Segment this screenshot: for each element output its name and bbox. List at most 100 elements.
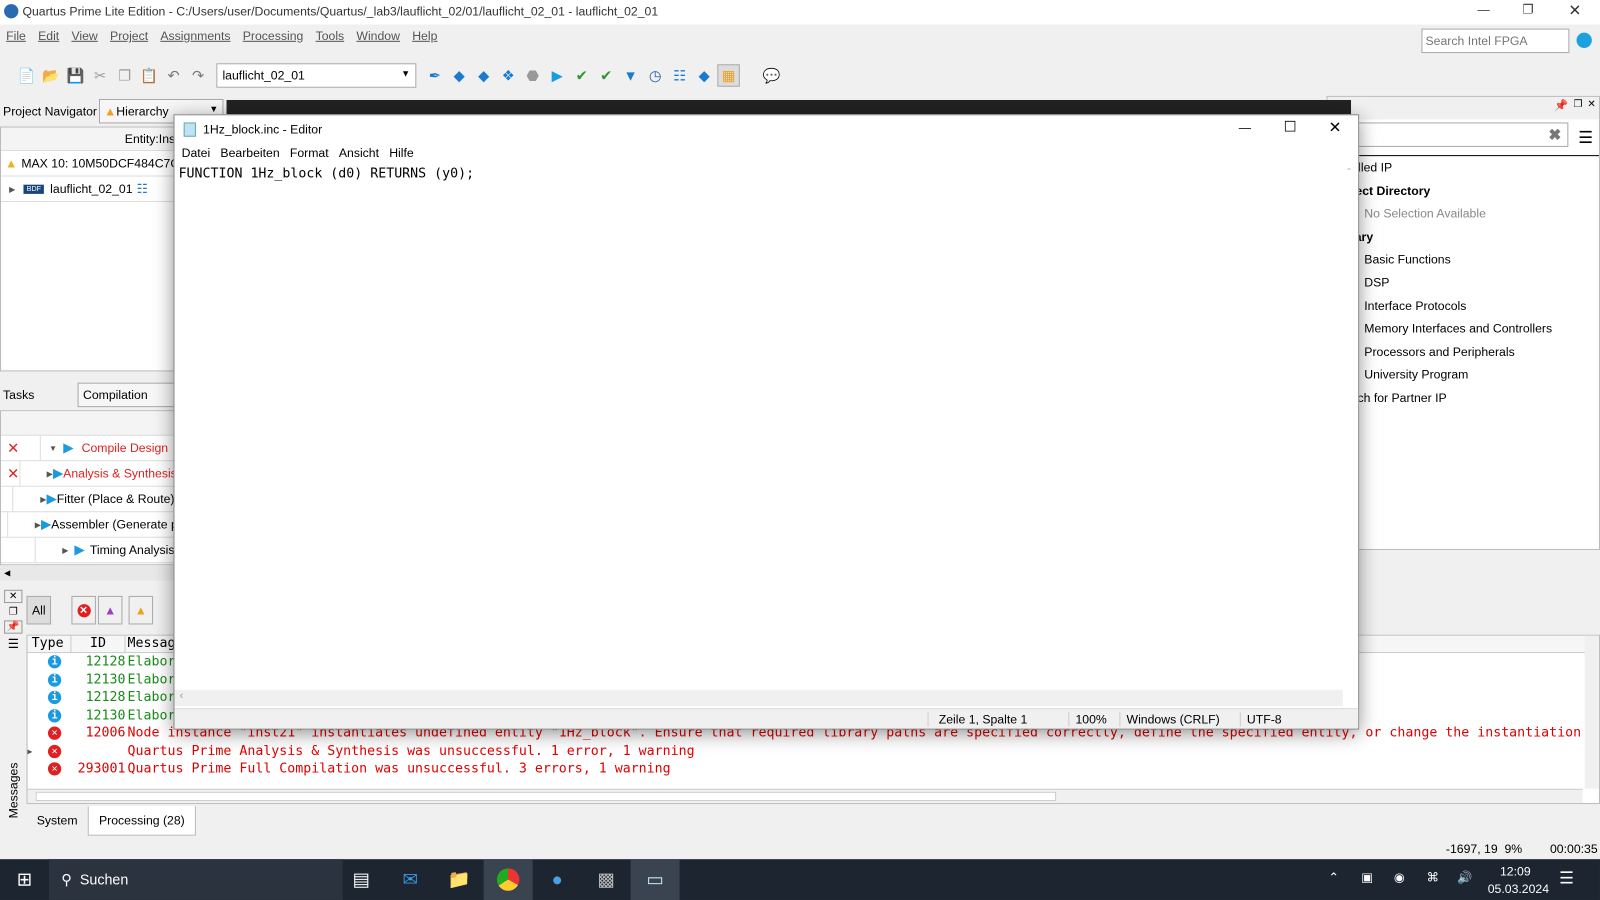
messages-vertical-scrollbar[interactable] bbox=[1584, 635, 1599, 789]
close-button[interactable]: ✕ bbox=[1568, 1, 1581, 19]
clock-time[interactable]: 12:09 bbox=[1500, 864, 1531, 878]
expand-arrow-icon[interactable]: ▶ bbox=[28, 747, 38, 756]
copy-icon[interactable]: ❐ bbox=[113, 64, 135, 86]
task-view-icon[interactable]: ▤ bbox=[337, 859, 386, 900]
project-select[interactable]: lauflicht_02_01 ▼ bbox=[216, 63, 417, 88]
taskbar-search[interactable]: ⚲ Suchen bbox=[48, 859, 343, 900]
column-id[interactable]: ID bbox=[71, 635, 126, 653]
ip-catalog-item[interactable]: Installed IP bbox=[1332, 160, 1599, 183]
ip-catalog-item[interactable]: Interface Protocols bbox=[1332, 299, 1599, 322]
minimize-button[interactable]: — bbox=[1478, 2, 1490, 16]
expand-arrow-icon[interactable]: ▶ bbox=[62, 545, 74, 554]
menu-project[interactable]: Project bbox=[104, 27, 154, 47]
flow-select[interactable]: Compilation bbox=[77, 382, 176, 408]
filter-critical-warning-button[interactable]: ▲ bbox=[97, 595, 123, 625]
float-icon[interactable]: ❐ bbox=[1573, 99, 1582, 110]
message-row[interactable]: ▶ ✕ Quartus Prime Analysis & Synthesis w… bbox=[28, 742, 1599, 760]
paste-icon[interactable]: 📋 bbox=[138, 64, 160, 86]
save-icon[interactable]: 💾 bbox=[64, 64, 86, 86]
fitter-icon[interactable]: ✔ bbox=[570, 64, 592, 86]
filter-warning-button[interactable]: ▲ bbox=[128, 595, 154, 625]
open-folder-icon[interactable]: 📂 bbox=[40, 64, 62, 86]
entity-column-header[interactable]: Entity:Instance bbox=[125, 132, 175, 146]
new-file-icon[interactable]: 📄 bbox=[15, 64, 37, 86]
editor-close-button[interactable]: ✕ bbox=[1329, 118, 1342, 136]
expand-arrow-icon[interactable]: ▶ bbox=[1, 184, 24, 193]
start-button[interactable]: ⊞ bbox=[0, 859, 49, 900]
feedback-icon[interactable]: 💬 bbox=[760, 64, 782, 86]
messages-horizontal-scrollbar[interactable] bbox=[27, 788, 1583, 804]
ip-catalog-item[interactable]: No Selection Available bbox=[1332, 206, 1599, 229]
editor-menu-format[interactable]: Format bbox=[285, 144, 334, 164]
netlist-viewer-icon[interactable]: ☷ bbox=[668, 64, 690, 86]
task-row[interactable]: ▶ ▶ Assembler (Generate programming file… bbox=[1, 512, 174, 538]
stop-icon[interactable]: ⬣ bbox=[521, 64, 543, 86]
close-panel-icon[interactable]: ✕ bbox=[1587, 99, 1596, 110]
file-explorer-icon[interactable]: 📁 bbox=[435, 859, 484, 900]
cut-icon[interactable]: ✂ bbox=[89, 64, 111, 86]
task-row[interactable]: ▶ ▶ Fitter (Place & Route) bbox=[1, 486, 174, 513]
wifi-icon[interactable]: ⌘ bbox=[1427, 870, 1439, 884]
restore-button[interactable]: ❐ bbox=[1522, 2, 1533, 16]
pin-planner-icon[interactable]: ✒ bbox=[423, 64, 445, 86]
programmer-taskbar-icon[interactable]: ▩ bbox=[582, 859, 631, 900]
editor-menu-hilfe[interactable]: Hilfe bbox=[384, 144, 419, 164]
ip-catalog-item[interactable]: University Program bbox=[1332, 368, 1599, 391]
menu-icon[interactable]: ☰ bbox=[4, 637, 22, 651]
filter-error-button[interactable]: ✕ bbox=[71, 595, 96, 625]
notifications-icon[interactable]: ☰ bbox=[1559, 868, 1574, 888]
quartus-taskbar-icon[interactable]: ● bbox=[533, 859, 582, 900]
undo-icon[interactable]: ↶ bbox=[162, 64, 184, 86]
tasks-horizontal-scrollbar[interactable]: ◀ bbox=[0, 566, 176, 581]
analysis-elaboration-icon[interactable]: ◆ bbox=[448, 64, 470, 86]
ip-catalog-item[interactable]: Project Directory bbox=[1332, 183, 1599, 206]
menu-icon[interactable]: ☰ bbox=[1578, 128, 1593, 148]
menu-window[interactable]: Window bbox=[350, 27, 406, 47]
tab-system[interactable]: System bbox=[27, 806, 88, 836]
timing-analyzer-icon[interactable]: ▼ bbox=[619, 64, 641, 86]
editor-maximize-button[interactable]: ☐ bbox=[1284, 118, 1297, 135]
show-hidden-icons[interactable]: ⌃ bbox=[1329, 870, 1339, 884]
editor-menu-ansicht[interactable]: Ansicht bbox=[334, 144, 384, 164]
menu-assignments[interactable]: Assignments bbox=[154, 27, 236, 47]
run-task-icon[interactable]: ▶ bbox=[53, 465, 63, 481]
battery-icon[interactable]: ▣ bbox=[1361, 870, 1373, 884]
run-task-icon[interactable]: ▶ bbox=[63, 440, 81, 456]
run-task-icon[interactable]: ▶ bbox=[47, 491, 57, 507]
filter-all-button[interactable]: All bbox=[26, 595, 52, 625]
chip-planner-icon[interactable]: ▦ bbox=[717, 64, 740, 87]
float-icon[interactable]: ❐ bbox=[4, 606, 22, 617]
close-icon[interactable]: ✕ bbox=[4, 589, 23, 604]
editor-vertical-scrollbar[interactable]: ⌃ bbox=[1342, 166, 1356, 686]
assembler-icon[interactable]: ✔ bbox=[595, 64, 617, 86]
tab-processing[interactable]: Processing (28) bbox=[87, 806, 196, 836]
clock-icon[interactable]: ◷ bbox=[644, 64, 666, 86]
task-row[interactable]: ✕ ▼ ▶ Compile Design bbox=[1, 435, 175, 462]
message-row[interactable]: ✕ 293001 Quartus Prime Full Compilation … bbox=[28, 760, 1599, 778]
ip-search-input[interactable]: ✖ bbox=[1327, 122, 1569, 147]
menu-processing[interactable]: Processing bbox=[237, 27, 310, 47]
clear-search-icon[interactable]: ✖ bbox=[1548, 126, 1561, 144]
ip-catalog-item[interactable]: DSP bbox=[1332, 275, 1599, 298]
design-partition-icon[interactable]: ❖ bbox=[497, 64, 519, 86]
volume-icon[interactable]: 🔊 bbox=[1457, 870, 1472, 884]
notepad-taskbar-icon[interactable]: ▭ bbox=[630, 859, 680, 900]
ip-catalog-item[interactable]: Basic Functions bbox=[1332, 252, 1599, 275]
menu-view[interactable]: View bbox=[65, 27, 104, 47]
editor-minimize-button[interactable]: — bbox=[1239, 120, 1251, 134]
start-compilation-icon[interactable]: ▶ bbox=[546, 64, 568, 86]
pin-icon[interactable]: 📌 bbox=[1554, 99, 1568, 112]
menu-tools[interactable]: Tools bbox=[309, 27, 350, 47]
pin-icon[interactable]: 📌 bbox=[4, 620, 23, 634]
device-row[interactable]: ▲ MAX 10: 10M50DCF484C7G bbox=[1, 151, 175, 177]
power-analyzer-icon[interactable]: ◆ bbox=[693, 64, 715, 86]
ip-catalog-item[interactable]: Processors and Peripherals bbox=[1332, 345, 1599, 368]
collapse-arrow-icon[interactable]: ▼ bbox=[49, 443, 63, 452]
task-row[interactable]: ▶ ▶ Timing Analysis bbox=[1, 537, 175, 564]
run-task-icon[interactable]: ▶ bbox=[74, 542, 90, 558]
column-type[interactable]: Type bbox=[28, 635, 72, 653]
ip-catalog-item[interactable]: Memory Interfaces and Controllers bbox=[1332, 322, 1599, 345]
webcam-icon[interactable]: ◉ bbox=[1394, 870, 1405, 884]
run-task-icon[interactable]: ▶ bbox=[41, 516, 51, 532]
mail-icon[interactable]: ✉ bbox=[386, 859, 435, 900]
